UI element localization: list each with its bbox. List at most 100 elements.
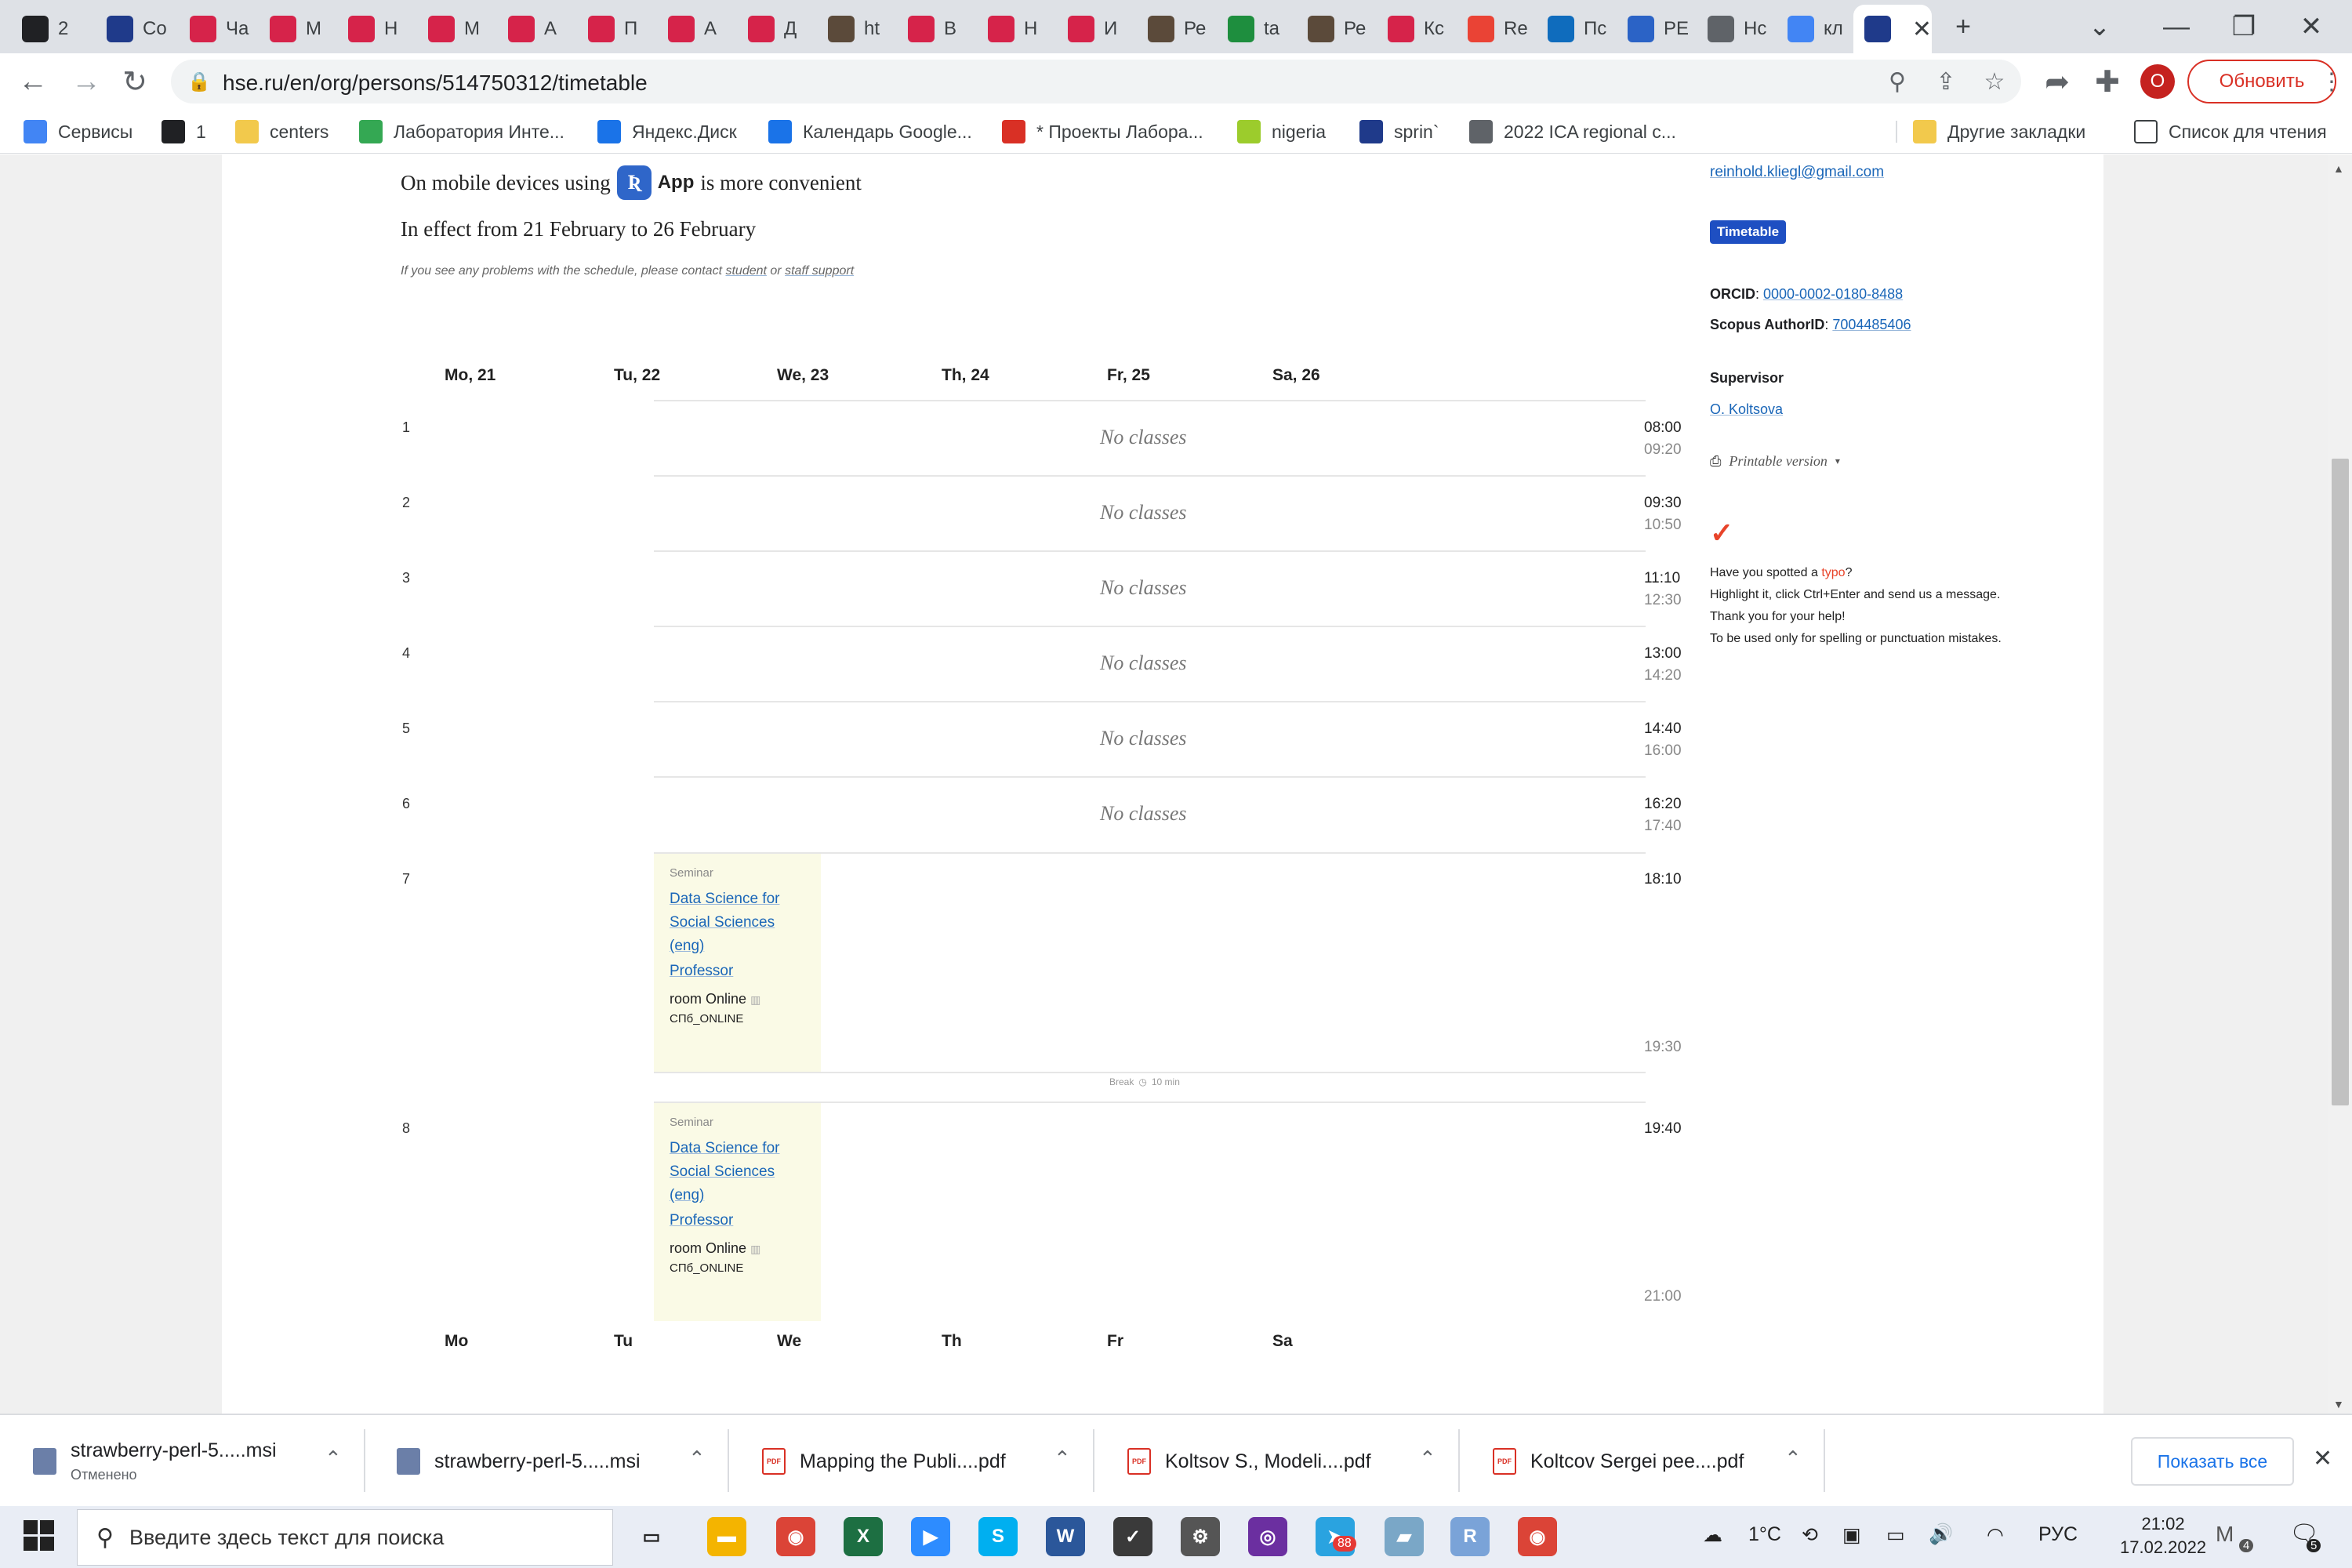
close-window-icon[interactable]: ✕	[2292, 9, 2330, 44]
printable-version[interactable]: ⎙ Printable version ▾	[1710, 453, 1840, 470]
show-all-downloads-button[interactable]: Показать все	[2131, 1437, 2294, 1486]
browser-tab[interactable]: Нс	[1697, 5, 1780, 53]
course-title-link[interactable]: Data Science for Social Sciences (eng)	[670, 887, 805, 958]
browser-tab[interactable]: кл	[1777, 5, 1860, 53]
browser-tab[interactable]: А	[657, 5, 741, 53]
task-view-icon[interactable]: ▭	[632, 1517, 671, 1556]
browser-tab[interactable]: П	[577, 5, 661, 53]
browser-tab[interactable]: Ре	[1297, 5, 1381, 53]
temperature[interactable]: 1°C	[1748, 1523, 1781, 1546]
other-bookmarks[interactable]: Другие закладки	[1913, 118, 2085, 146]
back-arrow-icon[interactable]: ←	[14, 63, 52, 100]
download-options-chevron-icon[interactable]: ⌃	[325, 1446, 342, 1471]
browser-tab[interactable]: ta	[1217, 5, 1301, 53]
reading-list[interactable]: Список для чтения	[2134, 118, 2327, 146]
download-item[interactable]: PDF Mapping the Publi....pdf	[762, 1415, 1006, 1508]
bookmark-item[interactable]: Календарь Google...	[768, 118, 972, 146]
class-card[interactable]: Seminar Data Science for Social Sciences…	[654, 1103, 821, 1321]
scroll-down-icon[interactable]: ▼	[2333, 1398, 2344, 1410]
browser-tab[interactable]: Re	[1457, 5, 1541, 53]
download-item[interactable]: strawberry-perl-5.....msi Отменено	[33, 1415, 277, 1508]
supervisor-link[interactable]: O. Koltsova	[1710, 401, 1783, 418]
podcast-icon[interactable]: ◎	[1248, 1517, 1287, 1556]
email-link[interactable]: reinhold.kliegl@gmail.com	[1710, 164, 1884, 181]
forward-arrow-icon[interactable]: →	[67, 63, 105, 100]
browser-tab[interactable]: РЕ	[1617, 5, 1700, 53]
display-icon[interactable]: ▣	[1842, 1523, 1861, 1547]
student-support-link[interactable]: student	[725, 264, 766, 278]
bookmark-item[interactable]: Сервисы	[24, 118, 132, 146]
professor-link[interactable]: Professor	[670, 1209, 805, 1232]
system-clock[interactable]: 21:02 17.02.2022	[2120, 1512, 2206, 1559]
timetable-badge[interactable]: Timetable	[1710, 220, 1787, 244]
app-link[interactable]: App	[658, 172, 695, 194]
settings-icon[interactable]: ⚙	[1181, 1517, 1220, 1556]
word-icon[interactable]: W	[1046, 1517, 1085, 1556]
share-icon[interactable]: ⇪	[1932, 67, 1960, 96]
volume-icon[interactable]: 🔊	[1929, 1523, 1953, 1546]
forward-share-icon[interactable]: ➦	[2038, 63, 2076, 100]
class-card[interactable]: Seminar Data Science for Social Sciences…	[654, 854, 821, 1072]
browser-tab[interactable]: Ре	[1137, 5, 1221, 53]
close-downloads-icon[interactable]: ✕	[2313, 1445, 2332, 1472]
bookmark-item[interactable]: * Проекты Лабора...	[1002, 118, 1203, 146]
bookmark-item[interactable]: nigeria	[1237, 118, 1326, 146]
zoom-icon[interactable]: ▶	[911, 1517, 950, 1556]
lock-icon[interactable]: 🔒	[185, 67, 213, 96]
weather-icon[interactable]: ☁	[1703, 1523, 1722, 1547]
taskbar-search[interactable]: ⚲ Введите здесь текст для поиска	[77, 1509, 613, 1566]
bookmark-star-icon[interactable]: ☆	[1980, 67, 2009, 96]
language[interactable]: РУС	[2038, 1523, 2078, 1546]
reload-icon[interactable]: ↻	[116, 63, 154, 100]
bookmark-item[interactable]: 1	[162, 118, 206, 146]
r-icon[interactable]: R	[1450, 1517, 1490, 1556]
staff-support-link[interactable]: staff support	[785, 264, 854, 278]
restore-icon[interactable]: ❐	[2225, 9, 2263, 44]
wifi-icon[interactable]: ◠	[1987, 1523, 2004, 1547]
browser-tab[interactable]: Н	[977, 5, 1061, 53]
download-item[interactable]: strawberry-perl-5.....msi	[397, 1415, 641, 1508]
tab-search-icon[interactable]: ⌄	[2081, 9, 2118, 44]
download-options-chevron-icon[interactable]: ⌃	[1784, 1446, 1802, 1471]
skype-icon[interactable]: S	[978, 1517, 1018, 1556]
browser-tab[interactable]: Ча	[179, 5, 263, 53]
minimize-icon[interactable]: —	[2158, 9, 2195, 44]
bookmark-item[interactable]: sprin`	[1359, 118, 1439, 146]
download-options-chevron-icon[interactable]: ⌃	[688, 1446, 706, 1471]
browser-tab[interactable]: М	[259, 5, 343, 53]
chrome-icon[interactable]: ◉	[776, 1517, 815, 1556]
new-tab-icon[interactable]: +	[1944, 9, 1982, 44]
file-explorer-icon[interactable]: ▬	[707, 1517, 746, 1556]
orcid-link[interactable]: 0000-0002-0180-8488	[1763, 286, 1903, 302]
url-text[interactable]: hse.ru/en/org/persons/514750312/timetabl…	[223, 71, 648, 96]
bookmark-item[interactable]: Лаборатория Инте...	[359, 118, 564, 146]
download-item[interactable]: PDF Koltsov S., Modeli....pdf	[1127, 1415, 1371, 1508]
extensions-icon[interactable]: ✚	[2089, 63, 2126, 100]
download-options-chevron-icon[interactable]: ⌃	[1419, 1446, 1436, 1471]
download-options-chevron-icon[interactable]: ⌃	[1054, 1446, 1071, 1471]
tasks-icon[interactable]: ✓	[1113, 1517, 1152, 1556]
scroll-up-icon[interactable]: ▲	[2333, 162, 2344, 175]
bookmark-item[interactable]: Яндекс.Диск	[597, 118, 737, 146]
bookmark-item[interactable]: centers	[235, 118, 328, 146]
network-sync-icon[interactable]: ⟲	[1802, 1523, 1818, 1547]
menu-icon[interactable]: ⋮	[2313, 63, 2350, 100]
battery-icon[interactable]: ▭	[1886, 1523, 1905, 1547]
chrome-alt-icon[interactable]: ◉	[1518, 1517, 1557, 1556]
notes-icon[interactable]: ▰	[1385, 1517, 1424, 1556]
browser-tab[interactable]: М	[417, 5, 501, 53]
browser-tab[interactable]: Пс	[1537, 5, 1621, 53]
browser-tab[interactable]: В	[897, 5, 981, 53]
excel-icon[interactable]: X	[844, 1517, 883, 1556]
browser-tab[interactable]: 2	[11, 5, 95, 53]
close-tab-icon[interactable]: ✕	[1912, 16, 1932, 43]
bookmark-item[interactable]: 2022 ICA regional c...	[1469, 118, 1676, 146]
browser-tab[interactable]: ✕	[1853, 5, 1932, 53]
scopus-link[interactable]: 7004485406	[1832, 317, 1911, 332]
professor-link[interactable]: Professor	[670, 960, 805, 983]
zoom-icon[interactable]: ⚲	[1883, 67, 1911, 96]
download-item[interactable]: PDF Koltcov Sergei pee....pdf	[1493, 1415, 1744, 1508]
hse-app-icon[interactable]: Ʀ	[616, 165, 652, 200]
profile-avatar[interactable]: О	[2140, 64, 2175, 99]
scrollbar-thumb[interactable]	[2332, 459, 2349, 1105]
